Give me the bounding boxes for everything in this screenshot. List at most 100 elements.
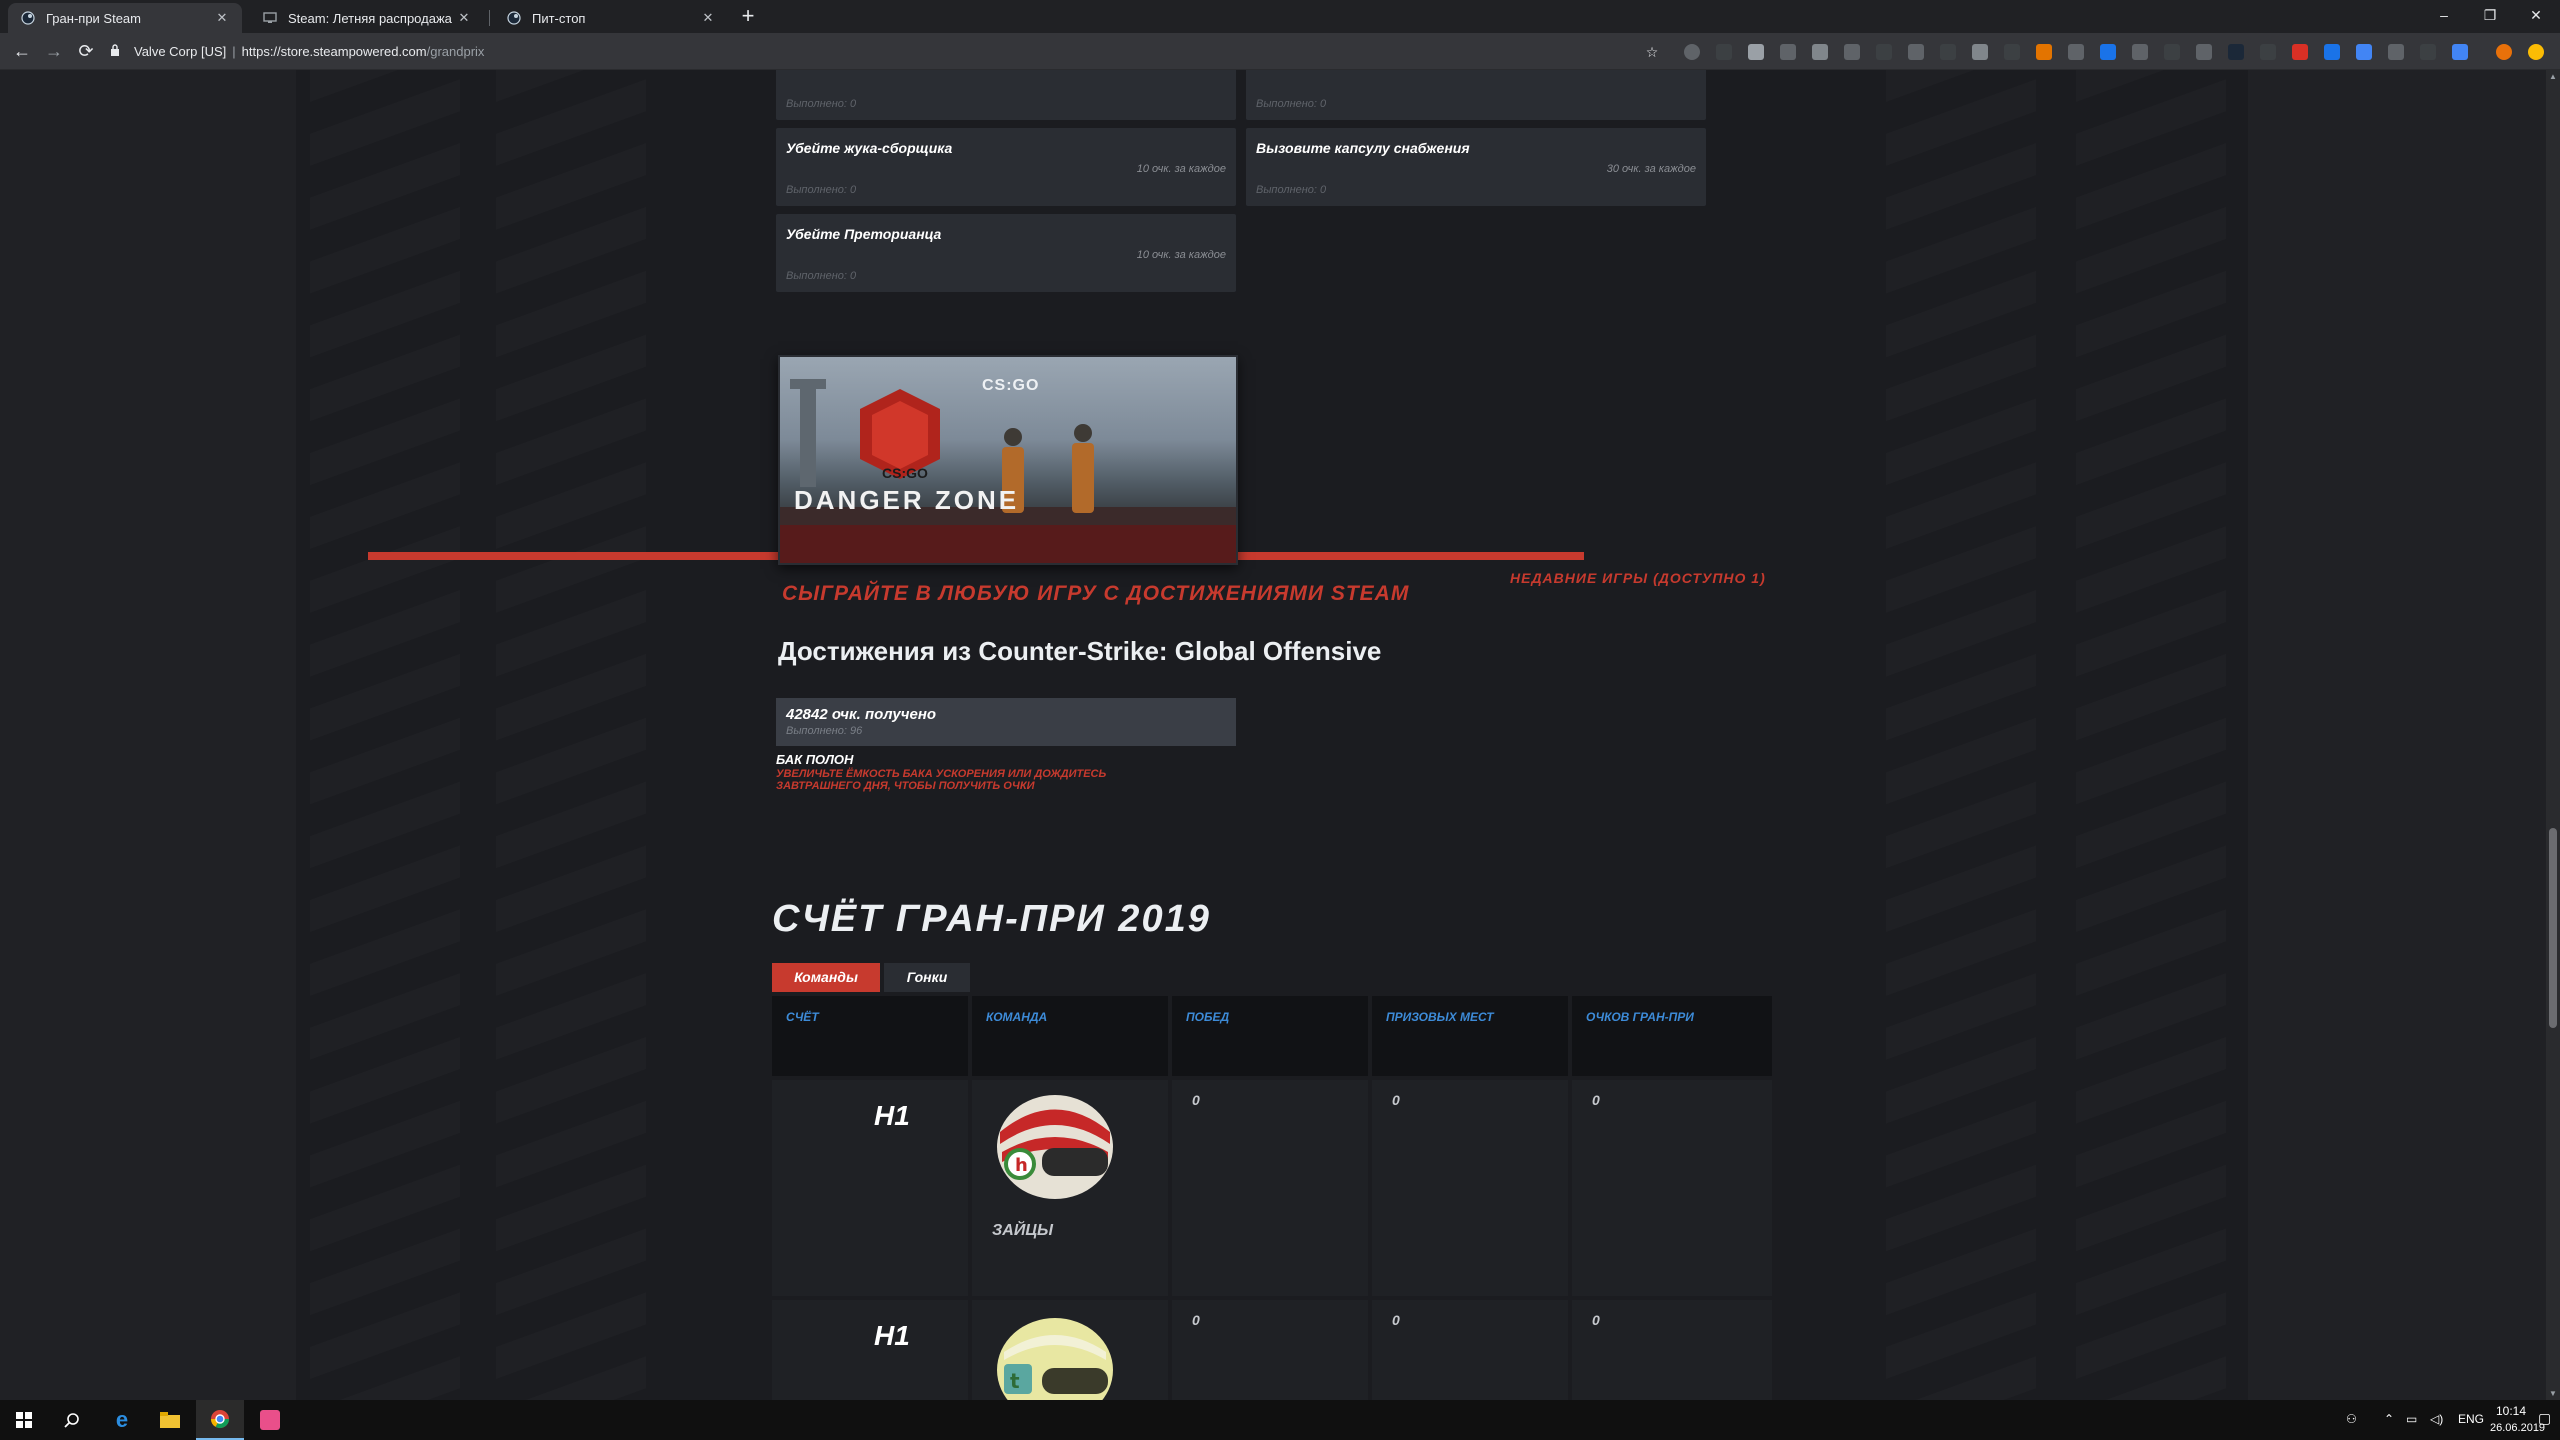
tank-full-title: БАК ПОЛОН — [776, 752, 854, 767]
extension-icon[interactable] — [2388, 44, 2404, 60]
extension-icon[interactable] — [2196, 44, 2212, 60]
close-window-button[interactable]: ✕ — [2516, 2, 2556, 28]
reload-button[interactable]: ⟳ — [74, 39, 98, 63]
zoom-icon[interactable] — [1876, 44, 1892, 60]
people-icon[interactable]: ⚇ — [2346, 1412, 2357, 1426]
steam-icon — [506, 10, 522, 26]
podiums-value: 0 — [1392, 1312, 1400, 1328]
steam-icon — [20, 10, 36, 26]
wins-value: 0 — [1192, 1092, 1200, 1108]
cell-wins: 0 — [1172, 1300, 1368, 1400]
tab-summer-sale[interactable]: Steam: Летняя распродажа 201 ✕ — [250, 3, 484, 33]
network-icon[interactable]: ▭ — [2406, 1412, 2417, 1426]
tank-desc-line: УВЕЛИЧЬТЕ ЁМКОСТЬ БАКА УСКОРЕНИЯ ИЛИ ДОЖ… — [776, 768, 1107, 780]
close-icon[interactable]: ✕ — [214, 10, 230, 26]
restore-button[interactable]: ❐ — [2470, 2, 2510, 28]
url-text: https://store.steampowered.com/grandprix — [242, 44, 485, 59]
adblock-icon[interactable] — [2292, 44, 2308, 60]
extension-icon[interactable] — [2528, 44, 2544, 60]
cell-gp-points: 0 — [1572, 1300, 1772, 1400]
extension-icon[interactable] — [1716, 44, 1732, 60]
extension-icon[interactable] — [2164, 44, 2180, 60]
extension-icon[interactable] — [2004, 44, 2020, 60]
extension-icon[interactable] — [2420, 44, 2436, 60]
pink-app-button[interactable] — [246, 1400, 294, 1440]
explorer-button[interactable] — [146, 1400, 194, 1440]
extension-icon[interactable] — [2356, 44, 2372, 60]
tab-teams[interactable]: Команды — [772, 963, 880, 992]
shield-icon[interactable] — [2068, 44, 2084, 60]
gp-points-value: 0 — [1592, 1092, 1600, 1108]
site-identity: Valve Corp [US] — [134, 43, 227, 59]
edge-button[interactable]: e — [98, 1400, 146, 1440]
extension-icon[interactable] — [1844, 44, 1860, 60]
search-button[interactable] — [48, 1400, 96, 1440]
clock-time[interactable]: 10:14 — [2496, 1404, 2526, 1418]
monitor-icon — [262, 10, 278, 26]
column-header-team: КОМАНДА — [972, 996, 1168, 1076]
close-icon[interactable]: ✕ — [700, 10, 716, 26]
back-button[interactable]: ← — [10, 39, 34, 63]
new-tab-button[interactable]: + — [738, 4, 758, 28]
extension-icon[interactable] — [1748, 44, 1764, 60]
cell-score: H1 — [772, 1080, 968, 1296]
tab-label: Гран-при Steam — [46, 10, 141, 26]
chrome-button[interactable] — [196, 1400, 244, 1440]
app-icon — [260, 1410, 280, 1430]
quest-title: Убейте Преторианца — [786, 226, 942, 242]
column-header-podiums: ПРИЗОВЫХ МЕСТ — [1372, 996, 1568, 1076]
forward-button[interactable]: → — [42, 39, 66, 63]
grandprix-score-title: СЧЁТ ГРАН-ПРИ 2019 — [772, 898, 1211, 940]
extension-globe-icon[interactable] — [1684, 44, 1700, 60]
language-indicator[interactable]: ENG — [2458, 1412, 2484, 1426]
minimize-button[interactable]: – — [2424, 2, 2464, 28]
extension-icon[interactable] — [2100, 44, 2116, 60]
tab-races[interactable]: Гонки — [884, 963, 970, 992]
tank-full-description: УВЕЛИЧЬТЕ ЁМКОСТЬ БАКА УСКОРЕНИЯ ИЛИ ДОЖ… — [776, 768, 1106, 792]
notifications-icon[interactable]: ▢ — [2538, 1410, 2551, 1427]
extension-icon[interactable] — [2132, 44, 2148, 60]
extension-icon[interactable] — [2036, 44, 2052, 60]
scroll-down-icon[interactable]: ▼ — [2546, 1389, 2560, 1398]
column-header-score: СЧЁТ — [772, 996, 968, 1076]
extension-icon[interactable] — [1972, 44, 1988, 60]
browser-toolbar: ← → ⟳ Valve Corp [US] | https://store.st… — [0, 33, 2560, 70]
scroll-up-icon[interactable]: ▲ — [2546, 72, 2560, 81]
steam-icon[interactable] — [2228, 44, 2244, 60]
extension-icon[interactable] — [1780, 44, 1796, 60]
points-received: 42842 очк. получено — [786, 706, 937, 723]
scrollbar-thumb[interactable] — [2549, 828, 2557, 1028]
clock-date[interactable]: 26.06.2019 — [2490, 1422, 2545, 1434]
extension-icon[interactable] — [1812, 44, 1828, 60]
background-tread — [310, 70, 460, 1400]
game-banner-danger-zone[interactable]: CS:GO CS:GO DANGER ZONE — [778, 355, 1238, 565]
hares-helmet-icon: h — [997, 1095, 1113, 1199]
translate-icon[interactable] — [2452, 44, 2468, 60]
extension-icon[interactable] — [2260, 44, 2276, 60]
tab-grandprix[interactable]: Гран-при Steam ✕ — [8, 3, 242, 33]
recent-games-link[interactable]: НЕДАВНИЕ ИГРЫ (ДОСТУПНО 1) — [1510, 570, 1766, 586]
achievements-title: Достижения из Counter-Strike: Global Off… — [778, 636, 1382, 666]
quest-card: Убейте Преторианца 10 очк. за каждое Вып… — [776, 214, 1236, 292]
tab-pitstop[interactable]: Пит-стоп ✕ — [494, 3, 728, 33]
cell-gp-points: 0 — [1572, 1080, 1772, 1296]
bookmark-star-icon[interactable]: ☆ — [1644, 44, 1660, 60]
extension-icon[interactable] — [1940, 44, 1956, 60]
podiums-value: 0 — [1392, 1092, 1400, 1108]
cell-score: H1 — [772, 1300, 968, 1400]
chevron-up-icon[interactable]: ⌃ — [2384, 1412, 2394, 1426]
start-button[interactable] — [0, 1400, 48, 1440]
cell-wins: 0 — [1172, 1080, 1368, 1296]
page-scrollbar[interactable]: ▲ ▼ — [2546, 70, 2560, 1400]
quest-done: Выполнено: 0 — [786, 184, 857, 196]
profile-avatar[interactable] — [2496, 44, 2512, 60]
extension-icon[interactable] — [1908, 44, 1924, 60]
tank-desc-line: ЗАВТРАШНЕГО ДНЯ, ЧТОБЫ ПОЛУЧИТЬ ОЧКИ — [776, 780, 1035, 792]
extension-icon[interactable] — [2324, 44, 2340, 60]
close-icon[interactable]: ✕ — [456, 10, 472, 26]
volume-icon[interactable]: ◁) — [2430, 1412, 2443, 1426]
quest-done: Выполнено: 0 — [1256, 98, 1327, 110]
cell-podiums: 0 — [1372, 1300, 1568, 1400]
column-header-label: ПОБЕД — [1186, 1010, 1230, 1024]
address-bar[interactable]: Valve Corp [US] | https://store.steampow… — [110, 37, 1680, 65]
